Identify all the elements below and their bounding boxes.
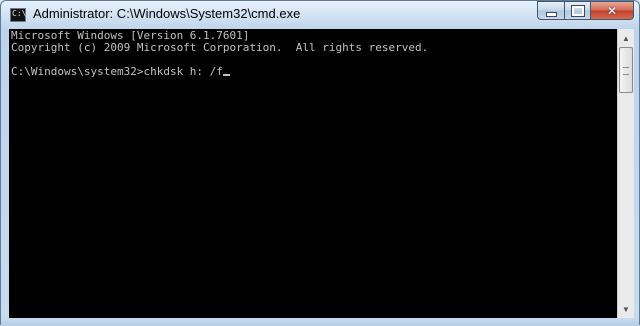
cmd-app-icon[interactable]: C:\ bbox=[10, 8, 26, 22]
cmd-window: C:\ Administrator: C:\Windows\System32\c… bbox=[0, 0, 640, 326]
console-output: Microsoft Windows [Version 6.1.7601] Cop… bbox=[11, 30, 428, 78]
scroll-down-arrow-icon[interactable]: ▼ bbox=[619, 301, 633, 317]
minimize-button[interactable] bbox=[537, 1, 564, 20]
scrollbar-grip-icon bbox=[623, 67, 629, 75]
vertical-scrollbar[interactable]: ▲ ▼ bbox=[617, 29, 634, 318]
console-area[interactable]: Microsoft Windows [Version 6.1.7601] Cop… bbox=[9, 29, 617, 318]
scrollbar-thumb[interactable] bbox=[619, 47, 633, 93]
minimize-icon bbox=[538, 2, 564, 19]
caption-buttons: ✕ bbox=[537, 1, 634, 20]
console-line: Copyright (c) 2009 Microsoft Corporation… bbox=[11, 41, 429, 54]
text-cursor bbox=[222, 74, 230, 76]
cmd-app-icon-label: C:\ bbox=[12, 9, 27, 18]
close-button[interactable]: ✕ bbox=[590, 1, 634, 20]
console-prompt-line: C:\Windows\system32>chkdsk h: /f bbox=[11, 65, 223, 78]
close-icon: ✕ bbox=[606, 3, 618, 18]
title-bar[interactable]: C:\ Administrator: C:\Windows\System32\c… bbox=[1, 1, 639, 29]
maximize-button[interactable] bbox=[564, 1, 590, 20]
scroll-up-arrow-icon[interactable]: ▲ bbox=[619, 30, 633, 46]
maximize-icon bbox=[565, 2, 590, 19]
window-title: Administrator: C:\Windows\System32\cmd.e… bbox=[33, 6, 301, 21]
